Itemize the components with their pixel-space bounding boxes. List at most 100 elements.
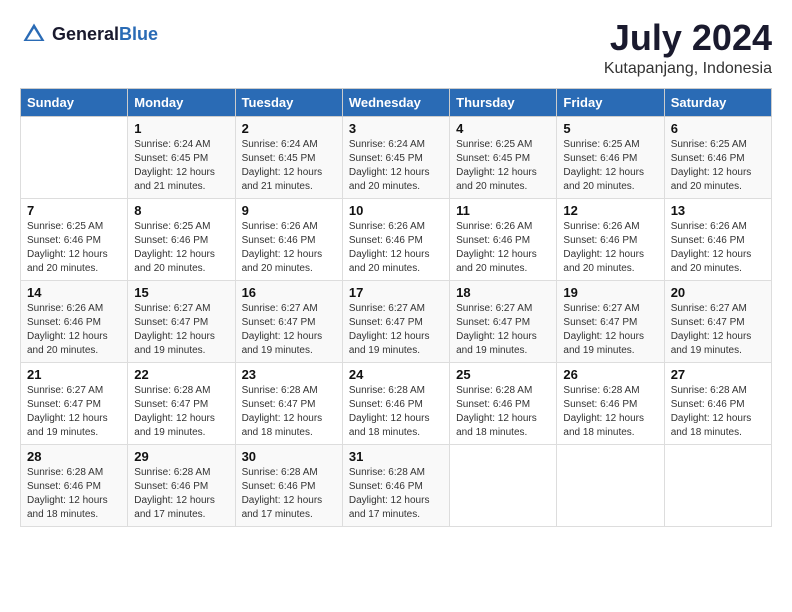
day-number: 4	[456, 121, 550, 136]
day-number: 1	[134, 121, 228, 136]
calendar-cell: 31 Sunrise: 6:28 AMSunset: 6:46 PMDayligh…	[342, 445, 449, 527]
day-number: 24	[349, 367, 443, 382]
calendar-body: 1 Sunrise: 6:24 AMSunset: 6:45 PMDaylight…	[21, 117, 772, 527]
calendar-cell: 29 Sunrise: 6:28 AMSunset: 6:46 PMDayligh…	[128, 445, 235, 527]
cell-details: Sunrise: 6:24 AMSunset: 6:45 PMDaylight:…	[134, 138, 228, 194]
day-number: 21	[27, 367, 121, 382]
day-number: 30	[242, 449, 336, 464]
cell-details: Sunrise: 6:27 AMSunset: 6:47 PMDaylight:…	[27, 384, 121, 440]
day-number: 8	[134, 203, 228, 218]
calendar-cell: 21 Sunrise: 6:27 AMSunset: 6:47 PMDayligh…	[21, 363, 128, 445]
day-number: 10	[349, 203, 443, 218]
header-row: SundayMondayTuesdayWednesdayThursdayFrid…	[21, 89, 772, 117]
day-number: 5	[563, 121, 657, 136]
cell-details: Sunrise: 6:25 AMSunset: 6:46 PMDaylight:…	[134, 220, 228, 276]
cell-details: Sunrise: 6:28 AMSunset: 6:46 PMDaylight:…	[671, 384, 765, 440]
logo-icon	[20, 20, 48, 48]
page-header: GeneralBlue July 2024 Kutapanjang, Indon…	[20, 20, 772, 78]
day-number: 26	[563, 367, 657, 382]
calendar-cell: 3 Sunrise: 6:24 AMSunset: 6:45 PMDaylight…	[342, 117, 449, 199]
day-number: 12	[563, 203, 657, 218]
day-number: 19	[563, 285, 657, 300]
header-day-sunday: Sunday	[21, 89, 128, 117]
cell-details: Sunrise: 6:28 AMSunset: 6:46 PMDaylight:…	[27, 466, 121, 522]
calendar-cell: 25 Sunrise: 6:28 AMSunset: 6:46 PMDayligh…	[450, 363, 557, 445]
header-day-wednesday: Wednesday	[342, 89, 449, 117]
logo-blue-text: Blue	[119, 24, 158, 44]
day-number: 18	[456, 285, 550, 300]
cell-details: Sunrise: 6:27 AMSunset: 6:47 PMDaylight:…	[671, 302, 765, 358]
calendar-cell: 6 Sunrise: 6:25 AMSunset: 6:46 PMDaylight…	[664, 117, 771, 199]
cell-details: Sunrise: 6:26 AMSunset: 6:46 PMDaylight:…	[27, 302, 121, 358]
day-number: 23	[242, 367, 336, 382]
calendar-cell: 15 Sunrise: 6:27 AMSunset: 6:47 PMDayligh…	[128, 281, 235, 363]
day-number: 15	[134, 285, 228, 300]
calendar-cell: 24 Sunrise: 6:28 AMSunset: 6:46 PMDayligh…	[342, 363, 449, 445]
header-day-thursday: Thursday	[450, 89, 557, 117]
header-day-monday: Monday	[128, 89, 235, 117]
cell-details: Sunrise: 6:27 AMSunset: 6:47 PMDaylight:…	[242, 302, 336, 358]
cell-details: Sunrise: 6:28 AMSunset: 6:47 PMDaylight:…	[242, 384, 336, 440]
cell-details: Sunrise: 6:27 AMSunset: 6:47 PMDaylight:…	[456, 302, 550, 358]
week-row-5: 28 Sunrise: 6:28 AMSunset: 6:46 PMDayligh…	[21, 445, 772, 527]
cell-details: Sunrise: 6:26 AMSunset: 6:46 PMDaylight:…	[349, 220, 443, 276]
calendar-cell: 13Sunrise: 6:26 AMSunset: 6:46 PMDayligh…	[664, 199, 771, 281]
week-row-2: 7 Sunrise: 6:25 AMSunset: 6:46 PMDaylight…	[21, 199, 772, 281]
day-number: 27	[671, 367, 765, 382]
day-number: 17	[349, 285, 443, 300]
day-number: 6	[671, 121, 765, 136]
day-number: 11	[456, 203, 550, 218]
day-number: 14	[27, 285, 121, 300]
day-number: 22	[134, 367, 228, 382]
day-number: 31	[349, 449, 443, 464]
cell-details: Sunrise: 6:24 AMSunset: 6:45 PMDaylight:…	[349, 138, 443, 194]
day-number: 28	[27, 449, 121, 464]
cell-details: Sunrise: 6:28 AMSunset: 6:46 PMDaylight:…	[134, 466, 228, 522]
calendar-cell: 22Sunrise: 6:28 AMSunset: 6:47 PMDayligh…	[128, 363, 235, 445]
cell-details: Sunrise: 6:28 AMSunset: 6:46 PMDaylight:…	[349, 384, 443, 440]
week-row-1: 1 Sunrise: 6:24 AMSunset: 6:45 PMDaylight…	[21, 117, 772, 199]
day-number: 25	[456, 367, 550, 382]
calendar-cell: 2Sunrise: 6:24 AMSunset: 6:45 PMDaylight…	[235, 117, 342, 199]
calendar-cell: 26Sunrise: 6:28 AMSunset: 6:46 PMDayligh…	[557, 363, 664, 445]
cell-details: Sunrise: 6:27 AMSunset: 6:47 PMDaylight:…	[563, 302, 657, 358]
day-number: 29	[134, 449, 228, 464]
logo-general-text: General	[52, 24, 119, 44]
calendar-cell: 16 Sunrise: 6:27 AMSunset: 6:47 PMDayligh…	[235, 281, 342, 363]
calendar-cell: 7 Sunrise: 6:25 AMSunset: 6:46 PMDaylight…	[21, 199, 128, 281]
calendar-cell	[557, 445, 664, 527]
cell-details: Sunrise: 6:26 AMSunset: 6:46 PMDaylight:…	[242, 220, 336, 276]
cell-details: Sunrise: 6:25 AMSunset: 6:46 PMDaylight:…	[27, 220, 121, 276]
cell-details: Sunrise: 6:24 AMSunset: 6:45 PMDaylight:…	[242, 138, 336, 194]
header-day-tuesday: Tuesday	[235, 89, 342, 117]
calendar-header: SundayMondayTuesdayWednesdayThursdayFrid…	[21, 89, 772, 117]
day-number: 7	[27, 203, 121, 218]
cell-details: Sunrise: 6:26 AMSunset: 6:46 PMDaylight:…	[456, 220, 550, 276]
calendar-cell: 17Sunrise: 6:27 AMSunset: 6:47 PMDayligh…	[342, 281, 449, 363]
location-subtitle: Kutapanjang, Indonesia	[604, 60, 772, 78]
logo: GeneralBlue	[20, 20, 158, 48]
cell-details: Sunrise: 6:25 AMSunset: 6:45 PMDaylight:…	[456, 138, 550, 194]
calendar-cell	[21, 117, 128, 199]
cell-details: Sunrise: 6:25 AMSunset: 6:46 PMDaylight:…	[671, 138, 765, 194]
calendar-table: SundayMondayTuesdayWednesdayThursdayFrid…	[20, 88, 772, 527]
calendar-cell: 4 Sunrise: 6:25 AMSunset: 6:45 PMDaylight…	[450, 117, 557, 199]
day-number: 3	[349, 121, 443, 136]
calendar-cell: 12Sunrise: 6:26 AMSunset: 6:46 PMDayligh…	[557, 199, 664, 281]
day-number: 16	[242, 285, 336, 300]
week-row-3: 14 Sunrise: 6:26 AMSunset: 6:46 PMDayligh…	[21, 281, 772, 363]
cell-details: Sunrise: 6:28 AMSunset: 6:46 PMDaylight:…	[349, 466, 443, 522]
header-day-friday: Friday	[557, 89, 664, 117]
header-day-saturday: Saturday	[664, 89, 771, 117]
calendar-cell: 10 Sunrise: 6:26 AMSunset: 6:46 PMDayligh…	[342, 199, 449, 281]
calendar-cell: 27 Sunrise: 6:28 AMSunset: 6:46 PMDayligh…	[664, 363, 771, 445]
cell-details: Sunrise: 6:27 AMSunset: 6:47 PMDaylight:…	[134, 302, 228, 358]
cell-details: Sunrise: 6:28 AMSunset: 6:46 PMDaylight:…	[456, 384, 550, 440]
day-number: 13	[671, 203, 765, 218]
calendar-cell	[450, 445, 557, 527]
calendar-cell: 9Sunrise: 6:26 AMSunset: 6:46 PMDaylight…	[235, 199, 342, 281]
calendar-cell: 19 Sunrise: 6:27 AMSunset: 6:47 PMDayligh…	[557, 281, 664, 363]
calendar-cell: 14 Sunrise: 6:26 AMSunset: 6:46 PMDayligh…	[21, 281, 128, 363]
calendar-cell: 18 Sunrise: 6:27 AMSunset: 6:47 PMDayligh…	[450, 281, 557, 363]
day-number: 20	[671, 285, 765, 300]
